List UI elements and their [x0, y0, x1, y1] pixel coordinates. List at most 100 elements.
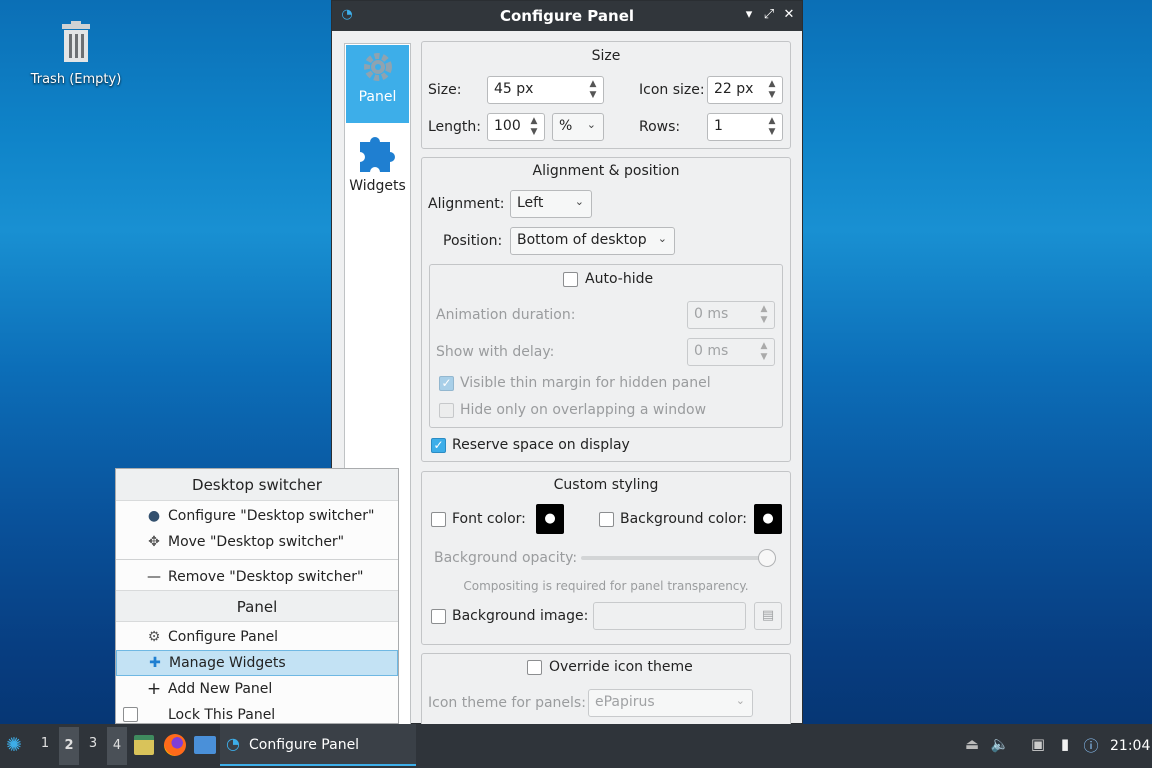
spin-arrows-icon[interactable]: ▲ ▼	[766, 116, 778, 138]
chevron-down-icon: ⌄	[657, 232, 667, 245]
override-icon-theme-checkbox[interactable]	[527, 660, 542, 675]
nav-label-panel: Panel	[358, 89, 397, 105]
size-group-title: Size	[591, 48, 621, 64]
autohide-checkbox[interactable]	[563, 272, 578, 287]
start-menu-icon[interactable]: ✺	[6, 734, 28, 756]
panel-context-menu: Desktop switcher ● Configure "Desktop swi…	[115, 468, 399, 724]
opacity-label: Background opacity:	[434, 550, 578, 566]
menu-header-panel: Panel	[116, 590, 398, 622]
autohide-group: Auto-hide Animation duration: 0 ms ▲ ▼ Sho…	[429, 264, 783, 428]
chevron-down-icon: ⌄	[735, 694, 745, 707]
icon-size-value: 22 px	[714, 81, 754, 97]
volume-icon[interactable]: 🔈	[989, 735, 1011, 757]
position-combo[interactable]: Bottom of desktop ⌄	[510, 227, 675, 255]
spin-arrows-icon[interactable]: ▲ ▼	[587, 79, 599, 101]
trash-desktop-icon[interactable]: Trash (Empty)	[28, 20, 124, 87]
notification-icon[interactable]: ⓘ	[1080, 735, 1102, 757]
chevron-down-icon: ⌄	[586, 118, 596, 131]
length-label: Length:	[428, 119, 482, 135]
font-color-label: Font color:	[452, 511, 526, 527]
bg-color-label: Background color:	[620, 511, 747, 527]
configure-panel-window: ◔ Configure Panel ▾ ⤢ ✕ Panel Widgets Si…	[331, 0, 803, 733]
bg-color-button[interactable]: ●	[754, 504, 782, 534]
menu-item-remove-switcher[interactable]: — Remove "Desktop switcher"	[116, 564, 398, 590]
trash-icon	[62, 21, 90, 62]
position-value: Bottom of desktop	[517, 232, 647, 248]
menu-label: Add New Panel	[168, 681, 273, 697]
reserve-space-checkbox[interactable]: ✓	[431, 438, 446, 453]
switcher-icon: ●	[147, 508, 161, 524]
eject-icon[interactable]: ⏏	[961, 735, 983, 757]
task-configure-panel[interactable]: ◔ Configure Panel	[220, 724, 416, 766]
size-value: 45 px	[494, 81, 534, 97]
length-unit-combo[interactable]: % ⌄	[552, 113, 604, 141]
alignment-group: Alignment & position Alignment: Left ⌄ Po…	[421, 157, 791, 462]
close-button[interactable]: ✕	[780, 6, 798, 24]
rows-spinbox[interactable]: 1 ▲ ▼	[707, 113, 783, 141]
font-color-checkbox[interactable]	[431, 512, 446, 527]
bg-image-label: Background image:	[452, 608, 589, 624]
workspace-2[interactable]: 2	[59, 727, 79, 765]
menu-item-move-switcher[interactable]: ✥ Move "Desktop switcher"	[116, 529, 398, 555]
spin-arrows-icon[interactable]: ▲ ▼	[766, 79, 778, 101]
clock: 21:04	[1110, 738, 1151, 754]
alignment-label: Alignment:	[428, 196, 505, 212]
animation-duration-spinbox[interactable]: 0 ms ▲ ▼	[687, 301, 775, 329]
spin-arrows-icon[interactable]: ▲ ▼	[758, 341, 770, 363]
firefox-icon[interactable]	[164, 734, 186, 756]
font-color-button[interactable]: ●	[536, 504, 564, 534]
desktop-icon[interactable]	[194, 736, 216, 754]
lock-panel-checkbox[interactable]	[123, 707, 138, 722]
minimize-button[interactable]: ▾	[740, 6, 758, 24]
icon-theme-label: Icon theme for panels:	[428, 695, 586, 711]
alignment-combo[interactable]: Left ⌄	[510, 190, 592, 218]
opacity-slider-track[interactable]	[581, 556, 776, 560]
chevron-down-icon: ⌄	[574, 195, 584, 208]
maximize-button[interactable]: ⤢	[760, 6, 778, 24]
clipboard-icon[interactable]: ▮	[1054, 735, 1076, 757]
length-spinbox[interactable]: 100 ▲ ▼	[487, 113, 545, 141]
menu-header-desktop-switcher: Desktop switcher	[116, 469, 398, 501]
show-delay-spinbox[interactable]: 0 ms ▲ ▼	[687, 338, 775, 366]
minus-icon: —	[147, 569, 161, 585]
bg-image-path-input[interactable]	[593, 602, 746, 630]
move-icon: ✥	[148, 534, 160, 550]
workspace-1[interactable]: 1	[35, 736, 55, 751]
show-delay-value: 0 ms	[694, 343, 729, 359]
menu-item-configure-switcher[interactable]: ● Configure "Desktop switcher"	[116, 503, 398, 529]
spin-arrows-icon[interactable]: ▲ ▼	[528, 116, 540, 138]
menu-label: Configure Panel	[168, 629, 279, 645]
menu-label: Remove "Desktop switcher"	[168, 569, 364, 585]
taskbar: ✺ 1 2 3 4 ◔ Configure Panel ⏏ 🔈 ▣ ▮ ⓘ 21…	[0, 724, 1152, 768]
autohide-label: Auto-hide	[585, 271, 654, 287]
plus-icon: +	[146, 679, 162, 699]
file-manager-icon[interactable]	[134, 735, 154, 755]
reserve-space-label: Reserve space on display	[452, 437, 630, 453]
bg-image-checkbox[interactable]	[431, 609, 446, 624]
network-icon[interactable]: ▣	[1027, 735, 1049, 757]
custom-styling-group: Custom styling Font color: ● Background …	[421, 471, 791, 645]
thin-margin-checkbox[interactable]: ✓	[439, 376, 454, 391]
nav-item-widgets[interactable]: Widgets	[346, 124, 409, 202]
menu-label: Move "Desktop switcher"	[168, 534, 345, 550]
nav-item-panel[interactable]: Panel	[346, 45, 409, 123]
workspace-3[interactable]: 3	[83, 736, 103, 751]
icon-theme-group: Override icon theme Icon theme for panel…	[421, 653, 791, 733]
icon-theme-combo[interactable]: ePapirus ⌄	[588, 689, 753, 717]
menu-separator	[116, 559, 398, 560]
menu-item-manage-widgets[interactable]: ✚ Manage Widgets	[116, 650, 398, 676]
size-group: Size Size: 45 px ▲ ▼ Icon size: 22 px ▲ ▼ Le…	[421, 41, 791, 149]
menu-item-configure-panel[interactable]: ⚙ Configure Panel	[116, 624, 398, 650]
overlap-checkbox[interactable]	[439, 403, 454, 418]
icon-size-spinbox[interactable]: 22 px ▲ ▼	[707, 76, 783, 104]
size-spinbox[interactable]: 45 px ▲ ▼	[487, 76, 604, 104]
spin-arrows-icon[interactable]: ▲ ▼	[758, 304, 770, 326]
title-bar[interactable]: ◔ Configure Panel ▾ ⤢ ✕	[332, 1, 802, 31]
length-value: 100	[494, 118, 521, 134]
opacity-slider-handle[interactable]	[758, 549, 776, 567]
bg-color-checkbox[interactable]	[599, 512, 614, 527]
workspace-4[interactable]: 4	[107, 727, 127, 765]
show-delay-label: Show with delay:	[436, 344, 555, 360]
browse-image-button[interactable]: ▤	[754, 602, 782, 630]
menu-item-add-panel[interactable]: + Add New Panel	[116, 676, 398, 702]
